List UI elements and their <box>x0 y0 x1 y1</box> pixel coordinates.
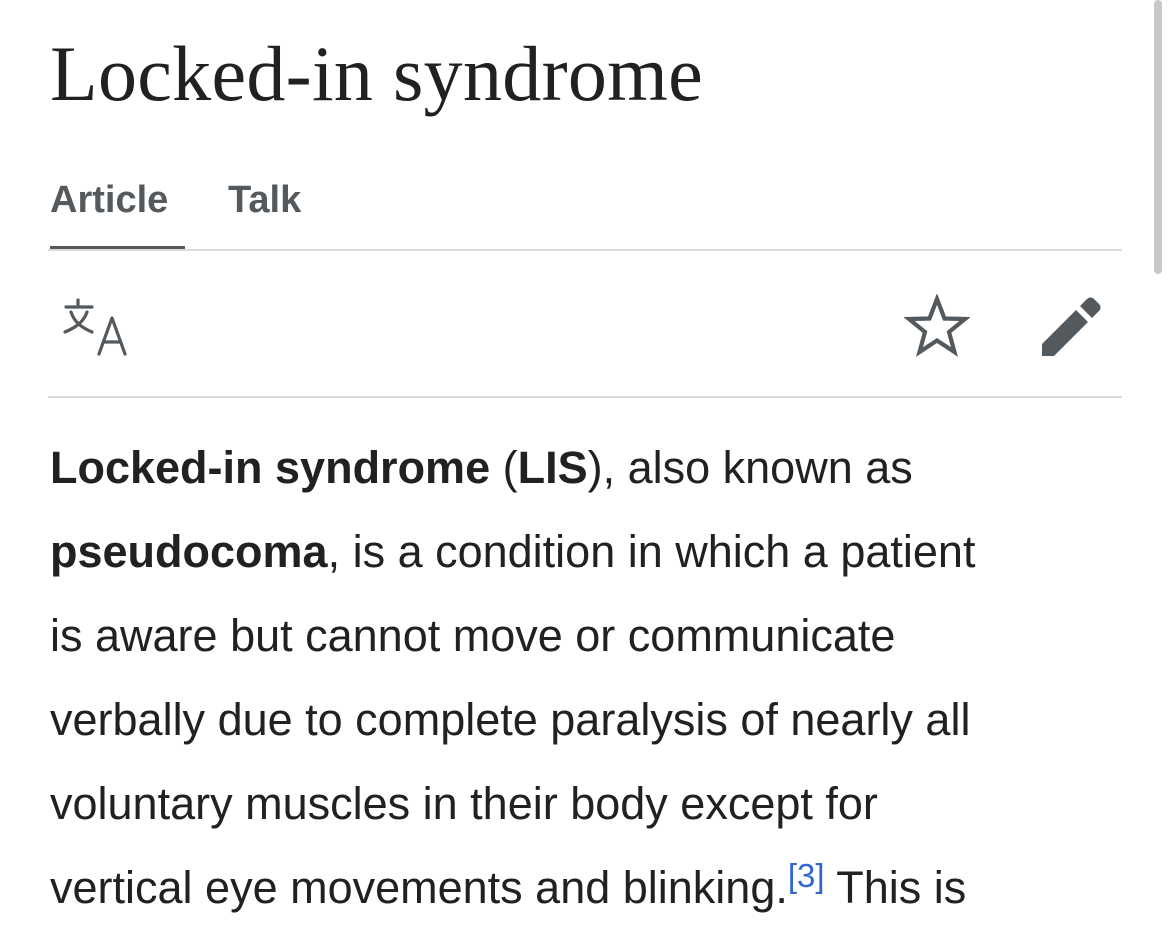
scrollbar[interactable] <box>1154 0 1162 274</box>
article-lead-paragraph: Locked-in syndrome (LIS), also known as … <box>50 426 1125 930</box>
reference-link[interactable]: [3] <box>788 857 825 894</box>
bold-term-title: Locked-in syndrome <box>50 442 491 493</box>
bold-term-alias: pseudocoma <box>50 526 328 577</box>
text-run: ), also known as <box>587 442 913 493</box>
paragraph-line: is aware but cannot move or communicate <box>50 610 896 661</box>
edit-button[interactable] <box>1038 294 1104 360</box>
toolbar-divider <box>48 396 1122 398</box>
page-tabs: Article Talk <box>48 170 1122 252</box>
translate-icon <box>63 298 127 356</box>
pencil-icon <box>1042 297 1101 356</box>
watch-button[interactable] <box>903 293 971 358</box>
star-icon <box>903 293 971 357</box>
bold-term-abbreviation: LIS <box>517 442 588 493</box>
paragraph-line: pseudocoma, is a condition in which a pa… <box>50 510 1125 594</box>
article-page: Locked-in syndrome Article Talk Locked-i… <box>0 0 1170 928</box>
text-run: vertical eye movements and blinking. <box>50 862 788 913</box>
text-run: This is <box>824 862 967 913</box>
page-title: Locked-in syndrome <box>50 30 704 117</box>
paragraph-line: verbally due to complete paralysis of ne… <box>50 694 971 745</box>
paragraph-line: vertical eye movements and blinking.[3] … <box>50 846 1125 930</box>
text-run: ( <box>490 442 518 493</box>
paragraph-line: Locked-in syndrome (LIS), also known as <box>50 426 1125 510</box>
language-button[interactable] <box>62 296 134 360</box>
text-run: , is a condition in which a patient <box>327 526 976 577</box>
page-actions-toolbar <box>48 252 1122 398</box>
tab-article[interactable]: Article <box>50 170 185 251</box>
tab-talk[interactable]: Talk <box>228 170 308 250</box>
tab-talk-label: Talk <box>228 179 302 221</box>
paragraph-line: voluntary muscles in their body except f… <box>50 778 878 829</box>
tabs-divider <box>48 249 1122 251</box>
tab-article-label: Article <box>50 179 169 221</box>
